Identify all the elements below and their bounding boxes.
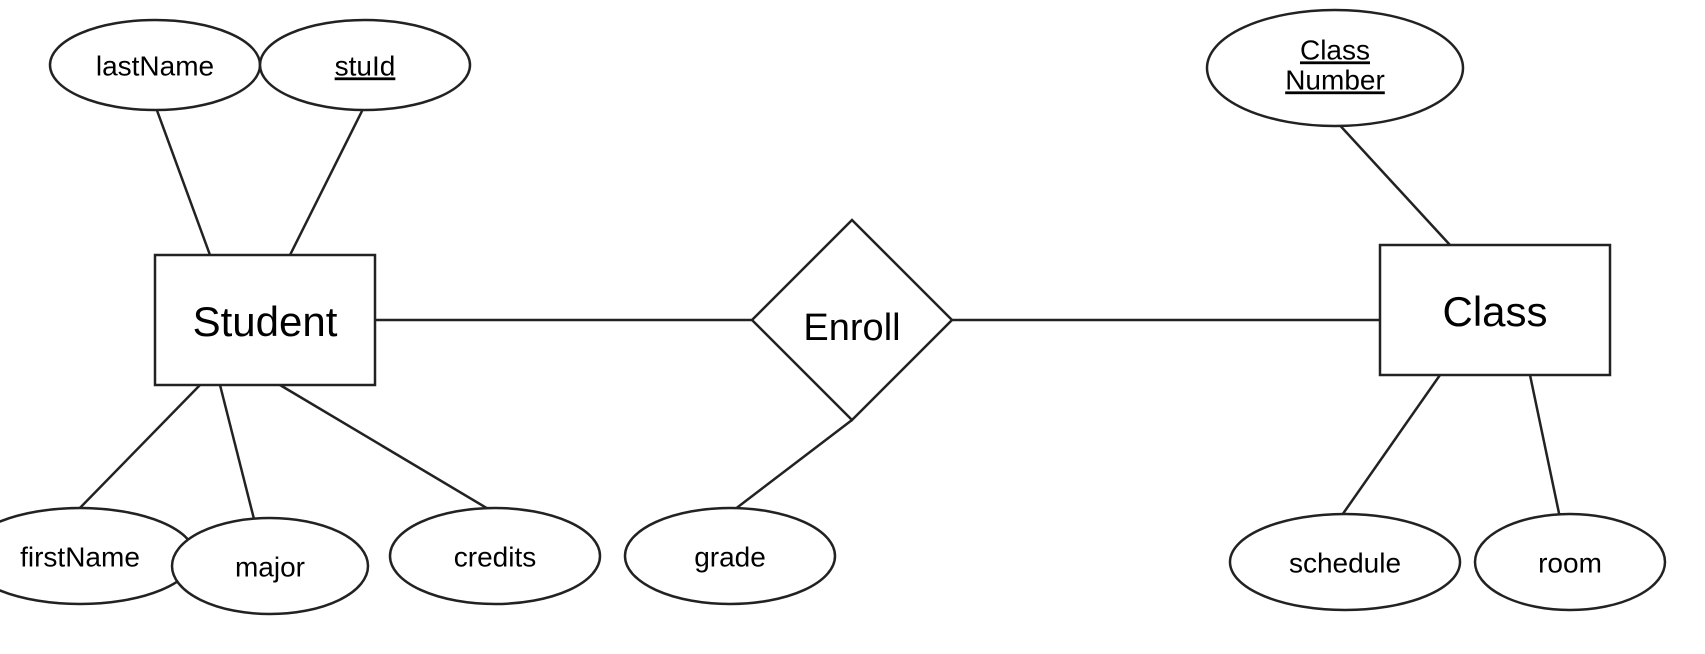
er-diagram: Enroll Student Class lastName stuId firs… xyxy=(0,0,1705,649)
grade-label: grade xyxy=(694,541,766,572)
room-label: room xyxy=(1538,547,1602,578)
class-label: Class xyxy=(1442,288,1547,335)
classnumber-label-line2: Number xyxy=(1285,64,1385,95)
credits-label: credits xyxy=(454,541,536,572)
major-label: major xyxy=(235,551,305,582)
firstname-label: firstName xyxy=(20,541,140,572)
enroll-label: Enroll xyxy=(803,307,900,349)
lastname-label: lastName xyxy=(96,50,214,81)
classnumber-label-line1: Class xyxy=(1300,34,1370,65)
schedule-label: schedule xyxy=(1289,547,1401,578)
student-label: Student xyxy=(193,298,338,345)
stuid-label: stuId xyxy=(335,50,396,81)
